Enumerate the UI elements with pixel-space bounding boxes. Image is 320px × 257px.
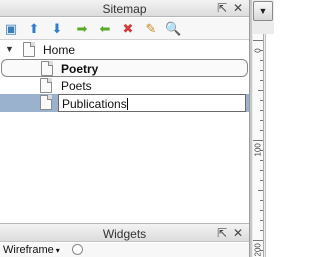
ruler-tick [260,100,263,101]
close-icon[interactable]: ✕ [231,226,245,240]
ruler-tick [258,90,263,91]
arrow-down-icon[interactable]: ⬇ [49,21,65,37]
design-canvas[interactable] [265,34,274,257]
ruler-tick [260,120,263,121]
ruler-tick [260,170,263,171]
library-dropdown[interactable]: Wireframe ▾ [3,244,60,256]
tree-node-home[interactable]: ▼ Home [0,41,249,58]
sitemap-panel-title: Sitemap [102,2,147,16]
ruler-tick [260,180,263,181]
tree-node-poets[interactable]: Poets [0,77,249,94]
library-options-icon[interactable] [72,244,83,255]
tree-node-publications[interactable]: Publications [0,94,249,112]
vertical-ruler: 0 100 200 [253,34,264,257]
ruler-label: 100 [253,143,263,157]
ruler-tick [260,230,263,231]
sitemap-panel: Sitemap ⇱ ✕ ▣ ⬆ ⬇ ➡ ⬅ ✖ ✎ 🔍 ▼ Home Poetr… [0,0,249,257]
add-page-icon[interactable]: ▣ [3,21,19,37]
ruler-label: 200 [253,243,263,257]
ruler-tick [258,190,263,191]
rename-input[interactable]: Publications [58,94,246,112]
page-icon [40,78,52,93]
ruler-tick [260,60,263,61]
page-icon [41,61,53,76]
tree-node-label: Home [43,43,76,57]
search-icon[interactable]: 🔍 [165,21,181,37]
chevron-down-icon: ▾ [55,246,60,255]
arrow-left-icon[interactable]: ⬅ [97,21,113,37]
close-icon[interactable]: ✕ [231,1,245,15]
tree-node-poetry[interactable]: Poetry [1,59,248,77]
pin-icon[interactable]: ⇱ [215,1,229,15]
ruler-label: 0 [253,48,263,53]
widget-library-bar: Wireframe ▾ [0,243,249,257]
ruler-tick [260,220,263,221]
ruler-tick [260,160,263,161]
library-dropdown-label: Wireframe [3,244,54,256]
tree-node-label: Poetry [61,62,99,76]
arrow-up-icon[interactable]: ⬆ [26,21,42,37]
page-icon [23,42,35,57]
ruler-tick [260,130,263,131]
text-caret [126,98,128,110]
pin-icon[interactable]: ⇱ [215,226,229,240]
ruler-tick [260,70,263,71]
sitemap-toolbar: ▣ ⬆ ⬇ ➡ ⬅ ✖ ✎ 🔍 [0,18,249,40]
sitemap-panel-header: Sitemap ⇱ ✕ [0,0,249,17]
ruler-tick [260,200,263,201]
ruler-tick [253,240,263,241]
ruler-tick [253,40,263,41]
arrow-right-icon[interactable]: ➡ [74,21,90,37]
page-icon [40,95,52,110]
delete-page-icon[interactable]: ✖ [120,21,136,37]
ruler-tick [260,110,263,111]
ruler-menu-button[interactable]: ▼ [253,1,273,21]
canvas-edge-area: ▼ 0 100 200 [252,0,274,257]
ruler-tick [253,140,263,141]
ruler-tick [260,210,263,211]
widgets-panel-title: Widgets [102,227,147,241]
rename-input-value[interactable]: Publications [62,97,128,111]
widgets-panel-header: Widgets ⇱ ✕ [0,223,249,242]
sitemap-tree: ▼ Home Poetry Poets Publications [0,41,249,223]
edit-page-icon[interactable]: ✎ [143,21,159,37]
tree-node-label: Poets [61,79,92,93]
ruler-tick [260,80,263,81]
expand-arrow-icon[interactable]: ▼ [5,44,16,55]
